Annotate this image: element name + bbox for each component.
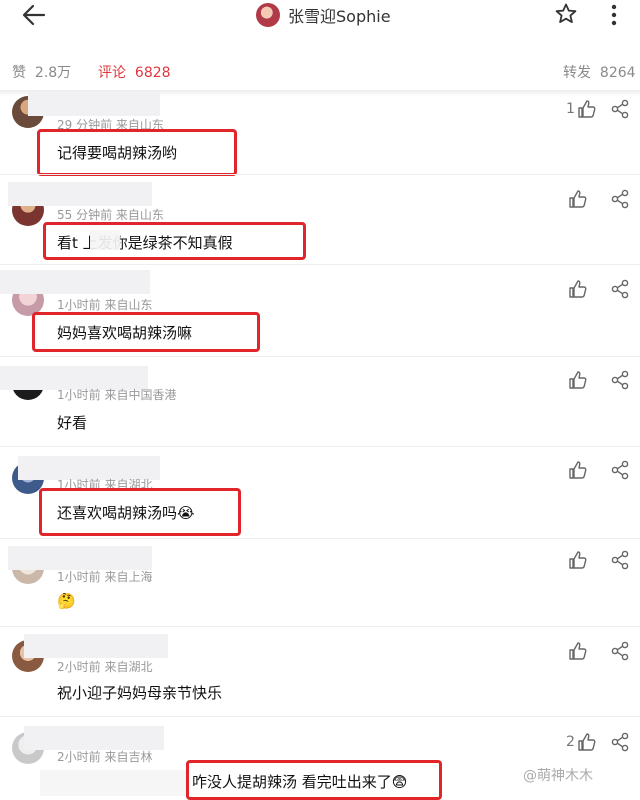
comment-meta: 1小时前 来自上海 [57, 570, 153, 584]
comment-item: 29 分钟前 来自山东 记得要喝胡辣汤哟 1 [0, 92, 640, 176]
share-icon[interactable] [610, 189, 630, 209]
like-button[interactable] [566, 278, 588, 300]
redacted-area [40, 770, 186, 796]
divider [0, 264, 640, 265]
tab-comments[interactable]: 评论 6828 [98, 62, 640, 82]
comment-item: 1小时前 来自上海 🤔 [0, 546, 640, 626]
highlight-box [39, 488, 241, 536]
like-count: 2.8万 [34, 65, 72, 81]
comment-count: 6828 [134, 65, 171, 81]
share-icon[interactable] [610, 550, 630, 570]
comment-item: 1小时前 来自湖北 还喜欢喝胡辣汤吗😭 [0, 456, 640, 536]
comment-text: 祝小迎子妈妈母亲节快乐 [57, 684, 223, 702]
username-redacted [24, 634, 168, 658]
thumbs-up-icon [569, 190, 587, 208]
comment-meta: 1小时前 来自中国香港 [57, 388, 177, 402]
like-button[interactable] [566, 369, 588, 391]
avatar[interactable] [256, 3, 280, 27]
repost-count: 8264 [599, 65, 636, 81]
divider [0, 538, 640, 539]
like-button[interactable]: 2 [566, 731, 597, 753]
like-button[interactable] [566, 459, 588, 481]
share-icon[interactable] [610, 370, 630, 390]
share-icon[interactable] [610, 460, 630, 480]
thumbs-up-icon [569, 371, 587, 389]
top-bar: 张雪迎Sophie [0, 0, 640, 36]
divider [0, 446, 640, 447]
username-redacted [8, 546, 152, 570]
tab-reposts[interactable]: 转发 8264 [563, 62, 636, 82]
thumbs-up-icon [578, 100, 596, 118]
stats-bar: 赞 2.8万 评论 6828 转发 8264 [0, 56, 640, 86]
comment-item: 2小时前 来自吉林 咋没人提胡辣汤 看完吐出来了😨 2 [0, 726, 640, 800]
share-icon[interactable] [610, 641, 630, 661]
like-button[interactable] [566, 640, 588, 662]
highlight-box [186, 760, 442, 800]
share-icon[interactable] [610, 99, 630, 119]
thumbs-up-icon [569, 642, 587, 660]
share-icon[interactable] [610, 279, 630, 299]
username-redacted [0, 270, 150, 294]
like-button[interactable] [566, 549, 588, 571]
highlight-box [43, 222, 306, 260]
comment-item: 55 分钟前 来自山东 看t 上发你是绿茶不知真假 [0, 182, 640, 264]
page-title: 张雪迎Sophie [288, 7, 391, 26]
highlight-box [37, 129, 237, 176]
comment-item: 1小时前 来自中国香港 好看 [0, 366, 640, 446]
like-button[interactable]: 1 [566, 98, 597, 120]
thumbs-up-icon [569, 551, 587, 569]
comment-item: 2小时前 来自湖北 祝小迎子妈妈母亲节快乐 [0, 634, 640, 716]
comment-text: 好看 [57, 414, 88, 432]
star-icon[interactable] [554, 2, 578, 26]
divider [0, 356, 640, 357]
username-redacted [24, 726, 164, 750]
comment-text: 🤔 [57, 592, 76, 610]
profile-title[interactable]: 张雪迎Sophie [256, 2, 391, 28]
like-button[interactable] [566, 188, 588, 210]
thumbs-up-icon [578, 733, 596, 751]
comment-meta: 55 分钟前 来自山东 [57, 208, 164, 222]
tab-likes[interactable]: 赞 2.8万 [12, 62, 71, 82]
comment-meta: 2小时前 来自吉林 [57, 750, 153, 764]
like-count: 2 [566, 734, 575, 750]
like-count: 1 [566, 101, 575, 117]
divider [0, 174, 640, 175]
share-icon[interactable] [610, 732, 630, 752]
username-redacted [8, 182, 152, 206]
thumbs-up-icon [569, 280, 587, 298]
divider [0, 716, 640, 717]
highlight-box [32, 312, 260, 352]
more-vertical-icon[interactable] [604, 2, 624, 28]
divider [0, 626, 640, 627]
username-redacted [28, 92, 160, 116]
comment-item: 1小时前 来自山东 妈妈喜欢喝胡辣汤嘛 [0, 270, 640, 354]
comment-meta: 2小时前 来自湖北 [57, 660, 153, 674]
arrow-left-icon[interactable] [20, 2, 48, 28]
comment-meta: 1小时前 来自山东 [57, 298, 153, 312]
watermark: @萌神木木 [523, 768, 593, 784]
thumbs-up-icon [569, 461, 587, 479]
